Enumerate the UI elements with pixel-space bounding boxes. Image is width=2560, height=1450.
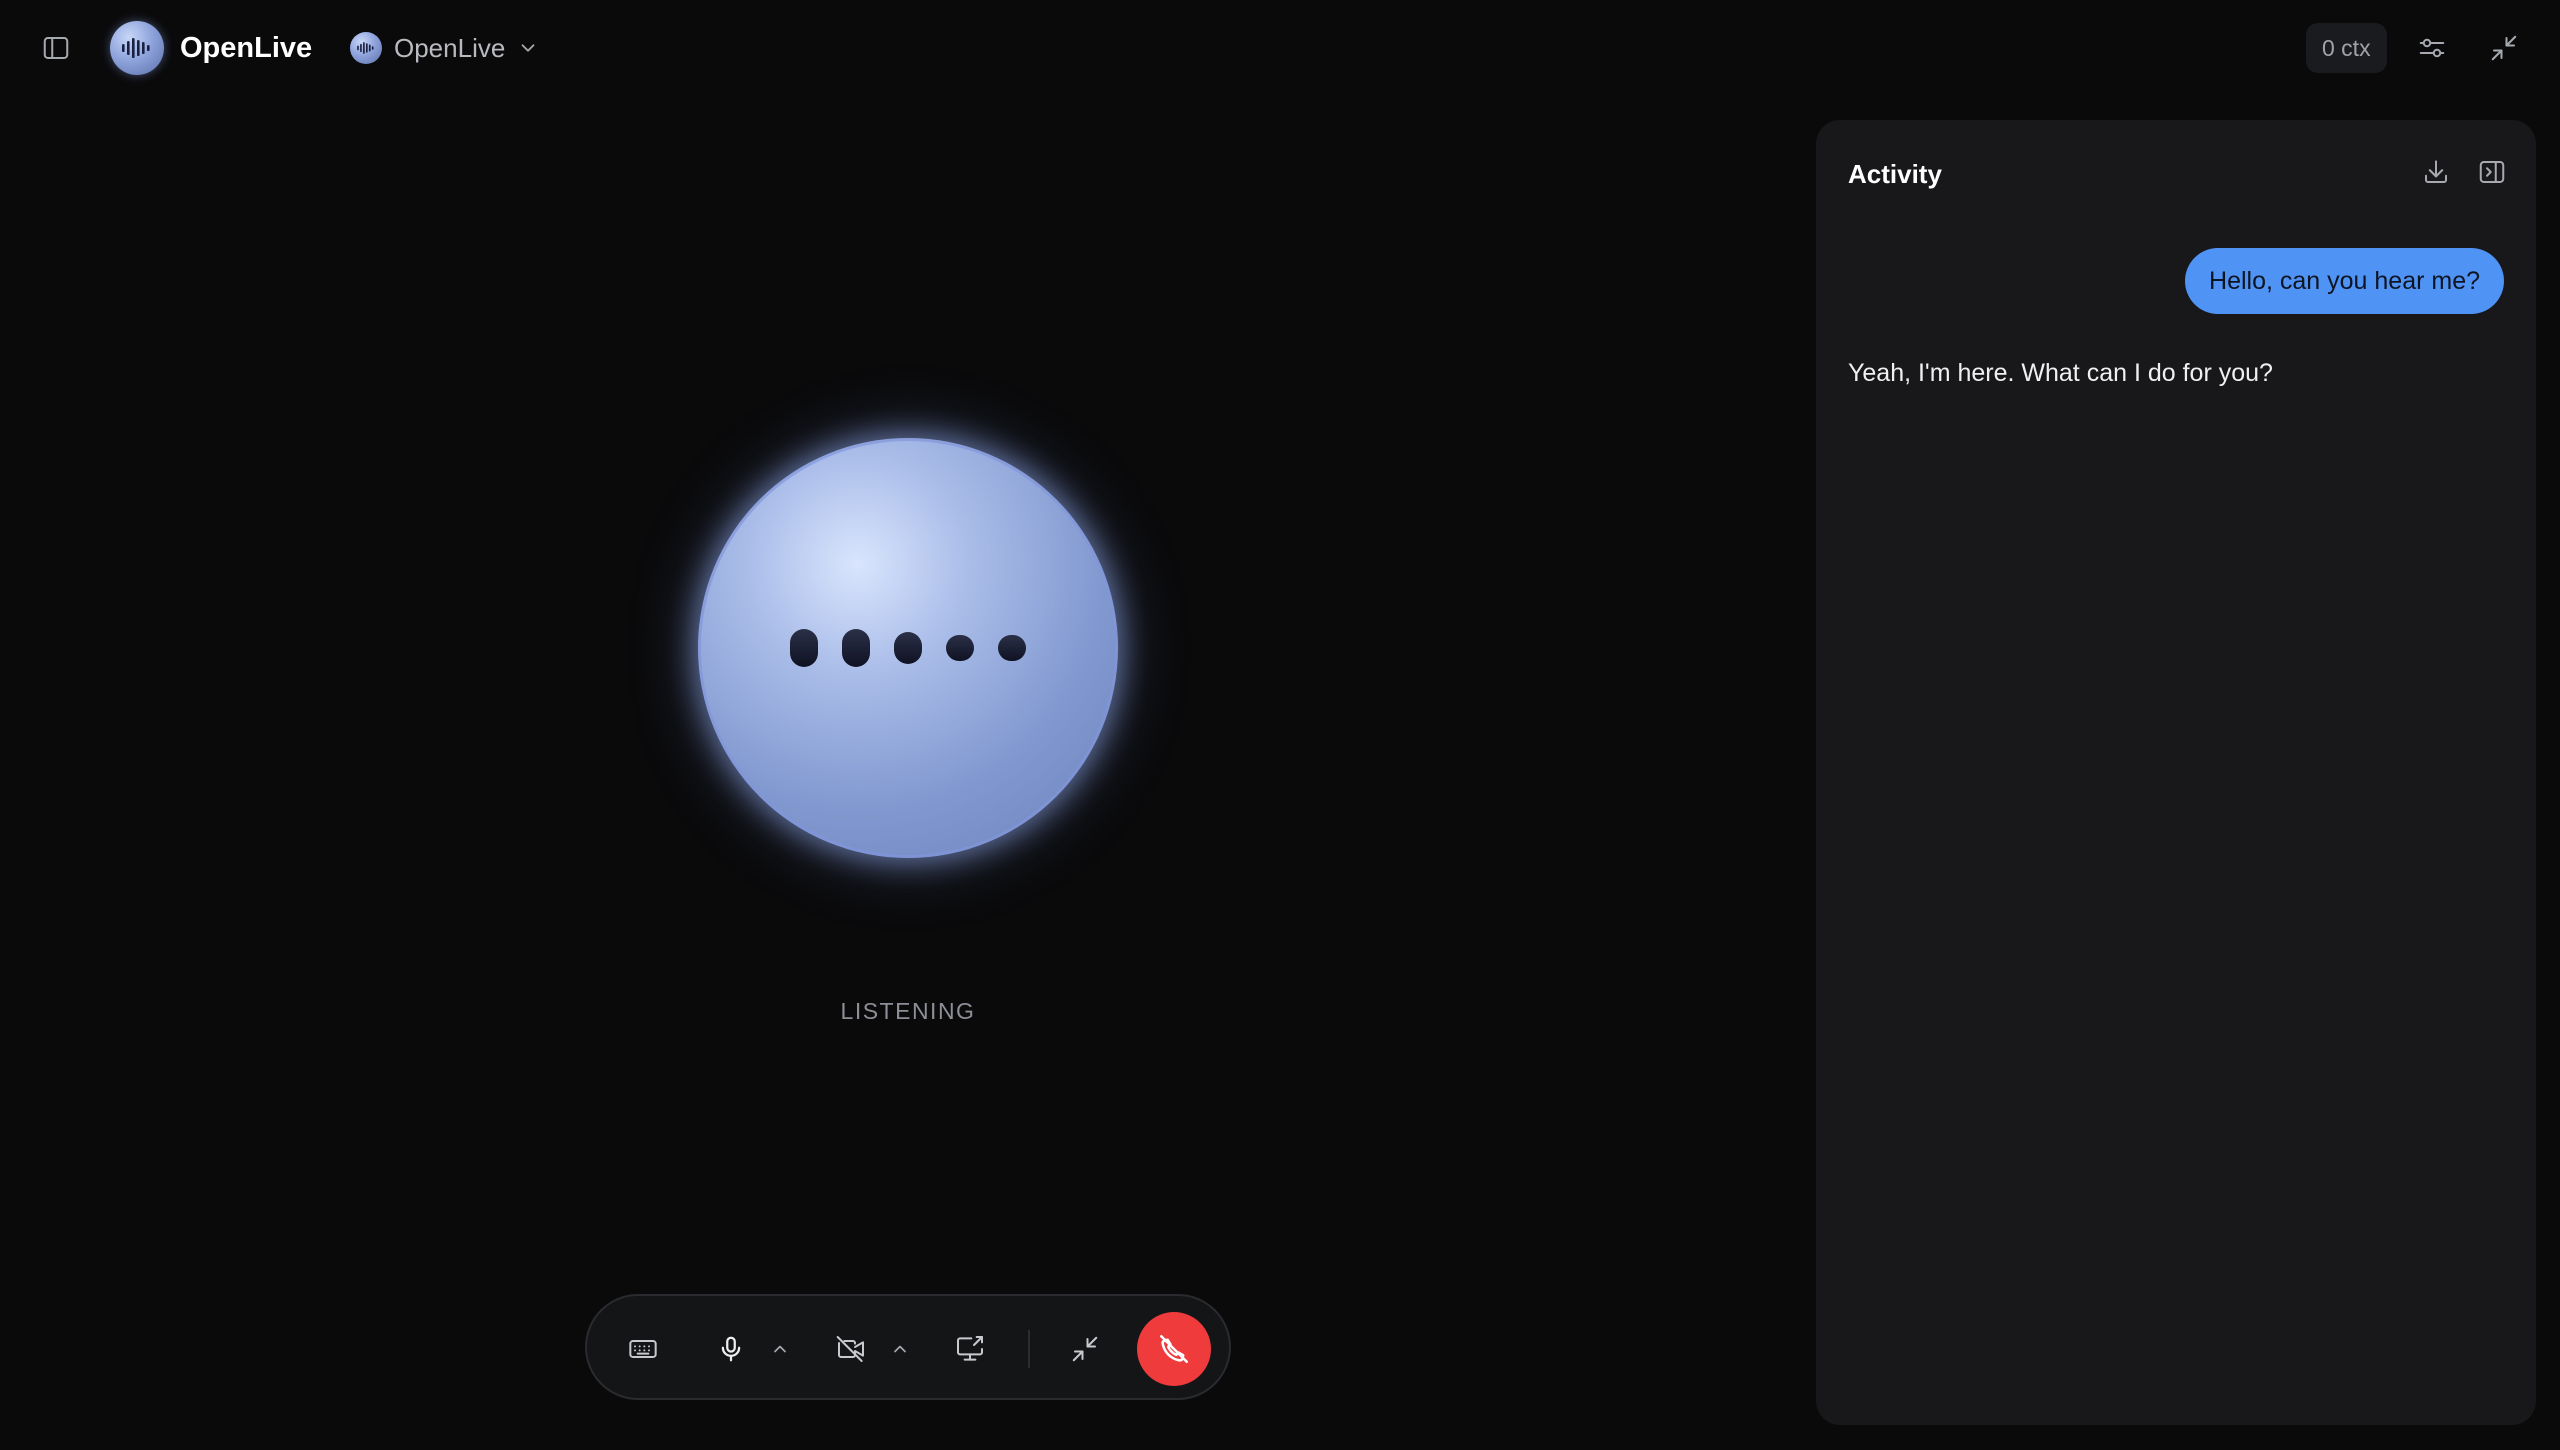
voice-level-bar <box>946 635 974 661</box>
chevron-up-icon <box>774 1345 786 1353</box>
voice-level-bar <box>842 629 870 667</box>
status-label: LISTENING <box>840 998 976 1024</box>
model-selector[interactable]: OpenLive <box>342 26 547 70</box>
download-transcript-button[interactable] <box>2416 152 2456 192</box>
model-selector-label: OpenLive <box>394 32 506 63</box>
phone-hangup-icon <box>1159 1334 1189 1364</box>
voice-level-indicator <box>790 629 1026 667</box>
minimize-icon <box>1072 1336 1098 1362</box>
camera-off-icon <box>836 1336 864 1362</box>
download-icon <box>2425 160 2447 183</box>
collapse-window-button[interactable] <box>2484 28 2524 68</box>
chevron-down-icon <box>521 44 535 52</box>
sliders-icon <box>2419 38 2445 58</box>
app-name: OpenLive <box>180 32 313 64</box>
activity-title: Activity <box>1848 159 1942 189</box>
end-call-button[interactable] <box>1137 1312 1211 1386</box>
sidebar-icon <box>43 37 69 59</box>
minimize-call-button[interactable] <box>1065 1329 1105 1369</box>
voice-orb <box>698 438 1118 858</box>
voice-level-bar <box>894 632 922 664</box>
top-bar: OpenLive OpenLive 0 ctx <box>0 0 2560 96</box>
keyboard-button[interactable] <box>623 1329 663 1369</box>
chevron-up-icon <box>894 1345 906 1353</box>
call-control-bar <box>585 1294 1231 1400</box>
control-divider <box>1028 1330 1030 1368</box>
waveform-icon <box>357 42 374 54</box>
voice-level-bar <box>790 629 818 667</box>
screen-share-button[interactable] <box>950 1329 990 1369</box>
camera-button[interactable] <box>831 1329 871 1369</box>
waveform-icon <box>122 38 150 58</box>
close-panel-button[interactable] <box>2472 152 2512 192</box>
user-message: Hello, can you hear me? <box>2185 248 2504 314</box>
camera-options-button[interactable] <box>888 1329 912 1369</box>
context-badge: 0 ctx <box>2306 23 2387 73</box>
sidebar-toggle-button[interactable] <box>36 28 76 68</box>
settings-button[interactable] <box>2412 28 2452 68</box>
screen-share-icon <box>957 1336 983 1361</box>
mic-icon <box>721 1336 741 1362</box>
app-logo <box>110 21 164 75</box>
activity-panel: Activity Hello, can you hear me? Yeah, I… <box>1816 120 2536 1425</box>
voice-level-bar <box>998 635 1026 661</box>
minimize-icon <box>2491 35 2517 61</box>
assistant-message: Yeah, I'm here. What can I do for you? <box>1848 359 2273 387</box>
model-logo <box>350 32 382 64</box>
panel-close-icon <box>2479 161 2505 183</box>
keyboard-icon <box>629 1340 657 1358</box>
microphone-options-button[interactable] <box>768 1329 792 1369</box>
microphone-button[interactable] <box>711 1329 751 1369</box>
